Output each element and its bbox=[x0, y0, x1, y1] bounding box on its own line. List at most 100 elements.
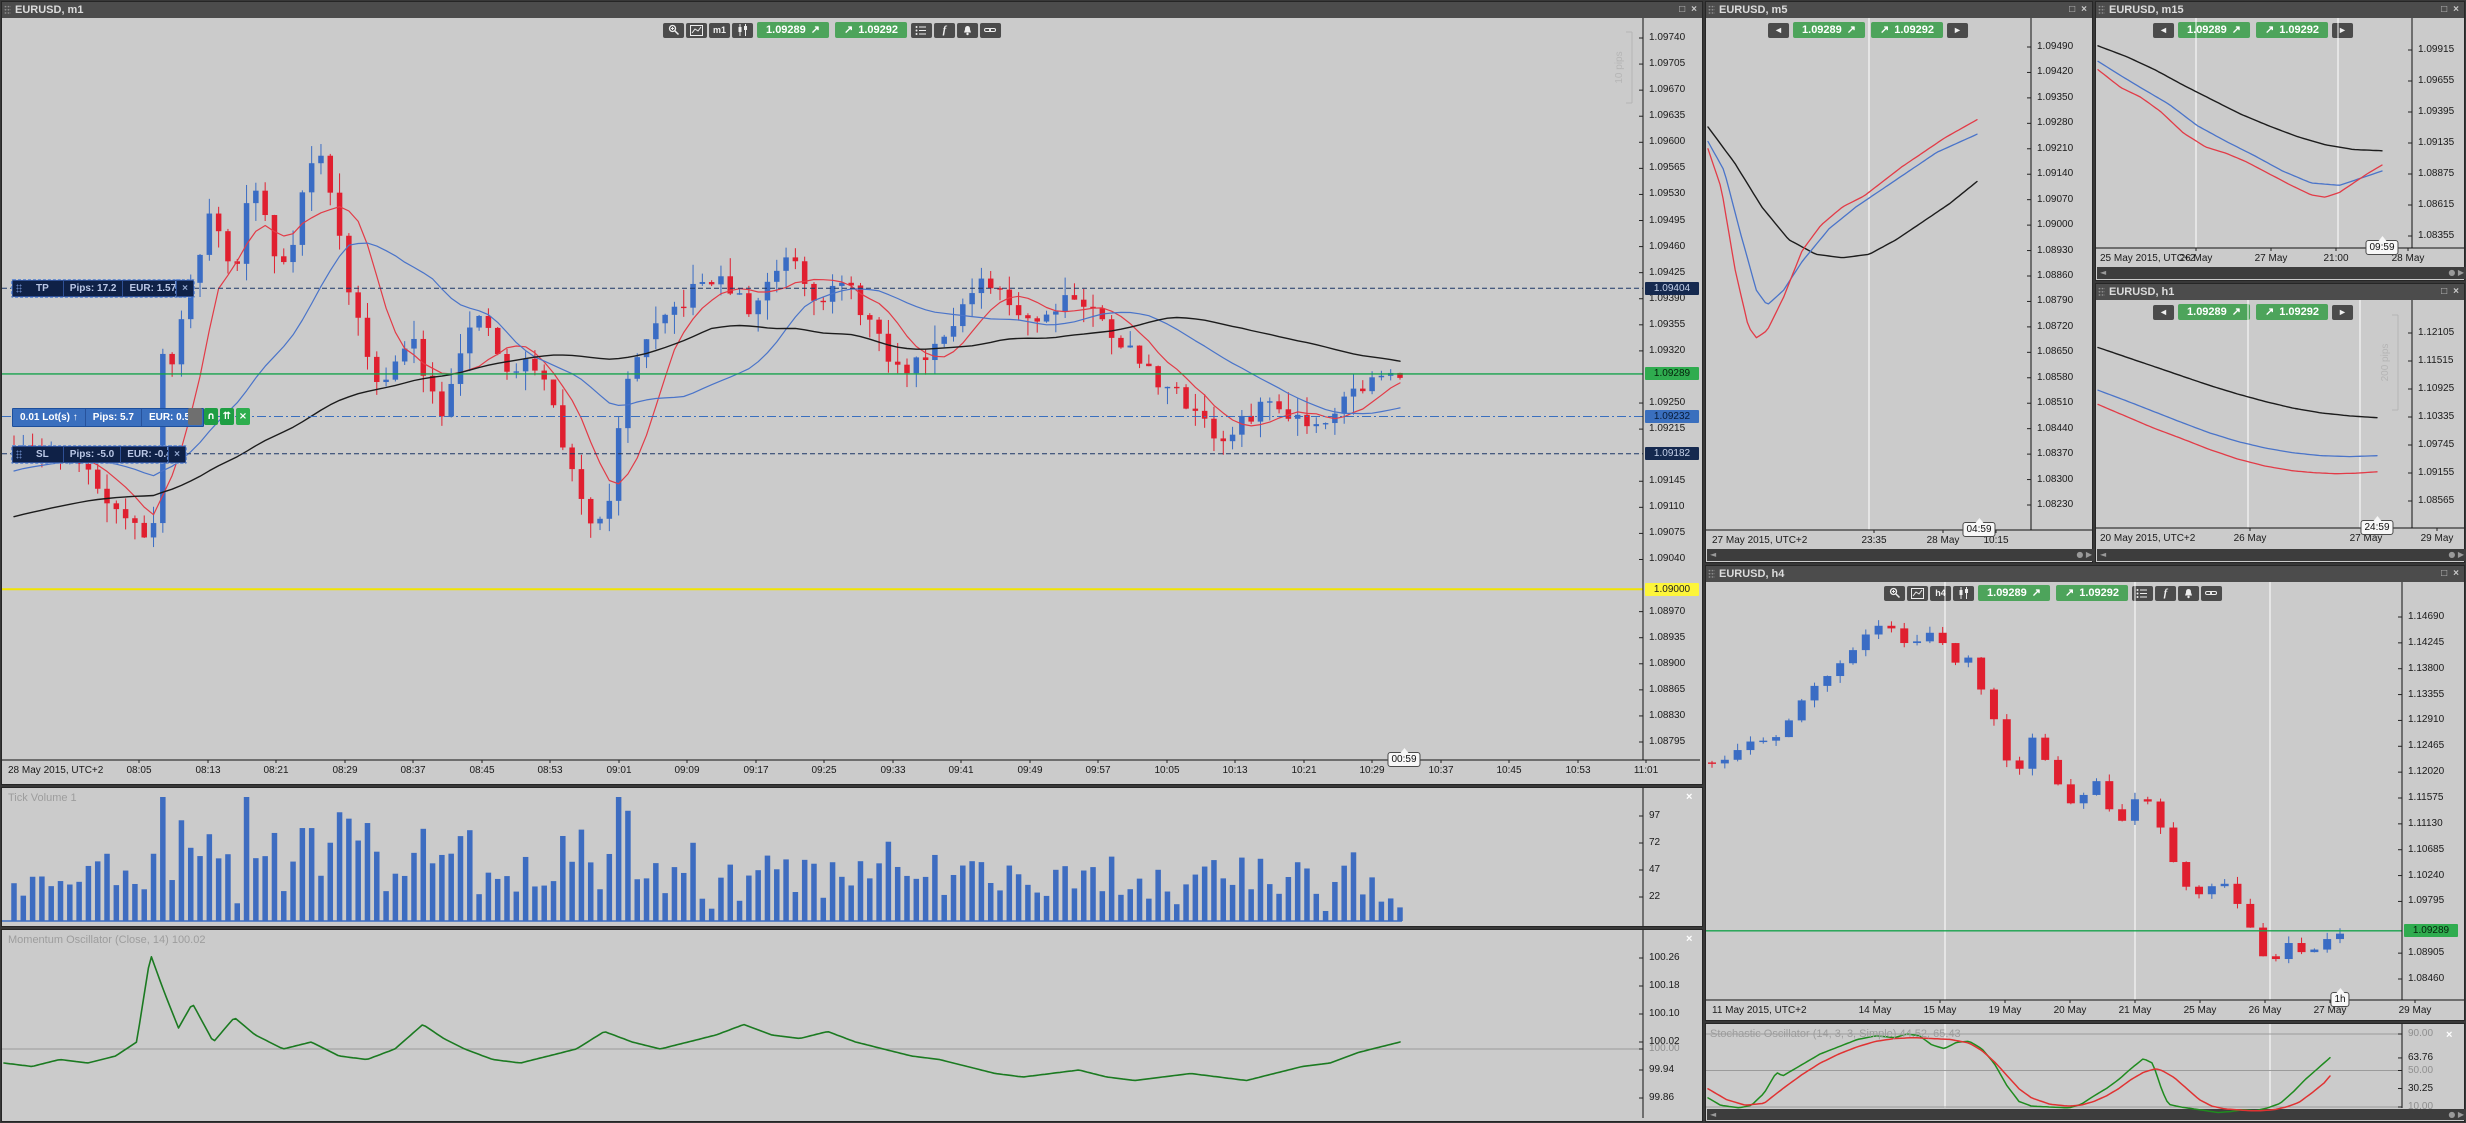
buy-button[interactable]: ↗1.09292 bbox=[2256, 304, 2328, 320]
scroll-strip[interactable]: ◄ ● ▶ bbox=[2097, 267, 2466, 279]
drag-grip-icon[interactable] bbox=[1708, 569, 1715, 579]
alerts-icon[interactable] bbox=[957, 23, 978, 38]
link-charts-icon[interactable] bbox=[980, 23, 1001, 38]
sl-name: SL bbox=[22, 447, 63, 462]
close-icon[interactable]: × bbox=[1691, 2, 1697, 18]
sl-close-button[interactable]: × bbox=[168, 446, 186, 463]
arrow-up-icon: ↗ bbox=[2265, 22, 2274, 38]
window-title: EURUSD, m5 bbox=[1719, 4, 1787, 16]
next-icon[interactable]: ► bbox=[2332, 23, 2353, 38]
close-icon[interactable]: × bbox=[2453, 566, 2459, 582]
volume-panel bbox=[2, 788, 1702, 926]
restore-icon[interactable]: □ bbox=[2441, 284, 2447, 300]
restore-icon[interactable]: □ bbox=[2441, 2, 2447, 18]
snapshot-icon[interactable] bbox=[1907, 586, 1928, 601]
timeframe-button[interactable]: m1 bbox=[709, 23, 730, 38]
protection-shield-icon[interactable] bbox=[188, 408, 202, 425]
restore-icon[interactable]: □ bbox=[2441, 566, 2447, 582]
orders-list-icon[interactable] bbox=[911, 23, 932, 38]
drag-grip-icon[interactable] bbox=[4, 5, 11, 15]
drag-grip-icon[interactable] bbox=[1708, 5, 1715, 15]
scroll-strip[interactable]: ◄ ● ▶ bbox=[1707, 1109, 2466, 1120]
take-profit-label[interactable]: TP Pips: 17.2 EUR: 1.57 bbox=[12, 280, 183, 297]
zoom-icon[interactable] bbox=[663, 23, 684, 38]
restore-icon[interactable]: □ bbox=[2069, 2, 2075, 18]
next-icon[interactable]: ► bbox=[2332, 305, 2353, 320]
bid-price: 1.09289 bbox=[1802, 22, 1842, 38]
drag-grip-icon[interactable] bbox=[2098, 287, 2105, 297]
prev-icon[interactable]: ◄ bbox=[1768, 23, 1789, 38]
buy-button[interactable]: ↗ 1.09292 bbox=[835, 22, 907, 38]
stop-loss-label[interactable]: SL Pips: -5.0 EUR: -0.46 bbox=[12, 446, 184, 463]
fx-indicators-icon[interactable]: f bbox=[934, 23, 955, 38]
close-icon[interactable]: × bbox=[2081, 2, 2087, 18]
buy-button[interactable]: ↗ 1.09292 bbox=[2256, 22, 2328, 38]
next-icon[interactable]: ► bbox=[1947, 23, 1968, 38]
volume-close-icon[interactable]: × bbox=[1686, 792, 1692, 803]
chart-type-icon[interactable] bbox=[1953, 586, 1974, 601]
orders-list-icon[interactable] bbox=[2132, 586, 2153, 601]
sell-button[interactable]: 1.09289 ↗ bbox=[757, 22, 829, 38]
window-titlebar[interactable]: EURUSD, h1 □ × bbox=[2096, 284, 2464, 300]
tp-pips: Pips: 17.2 bbox=[63, 281, 123, 296]
scroll-left-icon[interactable]: ◄ bbox=[1710, 549, 1716, 561]
scroll-strip[interactable]: ◄ ● ▶ bbox=[2097, 549, 2466, 561]
close-icon[interactable]: × bbox=[2453, 2, 2459, 18]
scroll-right-icon[interactable]: ● ▶ bbox=[2448, 267, 2464, 279]
window-titlebar[interactable]: EURUSD, h4 □ × bbox=[1706, 566, 2464, 582]
volume-indicator-label: Tick Volume 1 bbox=[8, 792, 77, 805]
window-title: EURUSD, h4 bbox=[1719, 568, 1784, 580]
scroll-left-icon[interactable]: ◄ bbox=[2100, 267, 2106, 279]
tp-close-button[interactable]: × bbox=[176, 280, 194, 297]
chart-window-m15: EURUSD, m15 □ × ◄ 1.09289↗ ↗ 1.09292 ► ◄ … bbox=[2096, 2, 2464, 280]
reverse-position-icon[interactable]: ∩ bbox=[204, 408, 218, 425]
prev-icon[interactable]: ◄ bbox=[2153, 23, 2174, 38]
stochastic-close-icon[interactable]: × bbox=[2446, 1030, 2452, 1041]
chart-toolbar: ◄ 1.09289 ↗ ↗1.09292 ► bbox=[2153, 304, 2353, 320]
drag-grip-icon[interactable] bbox=[2098, 5, 2105, 15]
position-label[interactable]: 0.01 Lot(s) ↑ Pips: 5.7 EUR: 0.52 bbox=[12, 408, 204, 427]
bid-price: 1.09289 bbox=[2187, 304, 2227, 320]
scroll-right-icon[interactable]: ● ▶ bbox=[2076, 549, 2092, 561]
chart-type-icon[interactable] bbox=[732, 23, 753, 38]
restore-icon[interactable]: □ bbox=[1679, 2, 1685, 18]
link-charts-icon[interactable] bbox=[2201, 586, 2222, 601]
alerts-icon[interactable] bbox=[2178, 586, 2199, 601]
timeframe-button[interactable]: h4 bbox=[1930, 586, 1951, 601]
scroll-right-icon[interactable]: ● ▶ bbox=[2448, 1109, 2464, 1121]
scroll-left-icon[interactable]: ◄ bbox=[1710, 1109, 1716, 1121]
scroll-strip[interactable]: ◄ ● ▶ bbox=[1707, 549, 2095, 561]
sell-button[interactable]: 1.09289↗ bbox=[1978, 585, 2050, 601]
ask-price: 1.09292 bbox=[858, 22, 898, 38]
chart-window-m1: EURUSD, m1 □ × m1 1.09289 ↗ ↗ 1. bbox=[2, 2, 1702, 784]
position-lots: 0.01 Lot(s) ↑ bbox=[13, 409, 85, 426]
close-icon[interactable]: × bbox=[2453, 284, 2459, 300]
fx-indicators-icon[interactable]: f bbox=[2155, 586, 2176, 601]
tp-eur: EUR: 1.57 bbox=[122, 281, 182, 296]
momentum-close-icon[interactable]: × bbox=[1686, 934, 1692, 945]
arrow-up-icon: ↗ bbox=[2232, 304, 2241, 320]
stochastic-indicator-label: Stochastic Oscillator (14, 3, 3, Simple)… bbox=[1710, 1028, 1961, 1041]
sell-button[interactable]: 1.09289↗ bbox=[1793, 22, 1865, 38]
window-titlebar[interactable]: EURUSD, m5 □ × bbox=[1706, 2, 2092, 18]
window-titlebar[interactable]: EURUSD, m15 □ × bbox=[2096, 2, 2464, 18]
chart-toolbar: h4 1.09289↗ ↗1.09292 f bbox=[1884, 585, 2222, 601]
long-arrow-icon: ↑ bbox=[73, 412, 78, 423]
ask-price: 1.09292 bbox=[2279, 22, 2319, 38]
buy-button[interactable]: ↗1.09292 bbox=[2056, 585, 2128, 601]
sell-button[interactable]: 1.09289↗ bbox=[2178, 22, 2250, 38]
sell-button[interactable]: 1.09289 ↗ bbox=[2178, 304, 2250, 320]
bid-price: 1.09289 bbox=[1987, 585, 2027, 601]
zoom-icon[interactable] bbox=[1884, 586, 1905, 601]
window-titlebar[interactable]: EURUSD, m1 □ × bbox=[2, 2, 1702, 18]
close-position-icon[interactable]: × bbox=[236, 408, 250, 425]
chart-toolbar: ◄ 1.09289↗ ↗ 1.09292 ► bbox=[2153, 22, 2353, 38]
double-position-icon[interactable]: ⇈ bbox=[220, 408, 234, 425]
sl-pips: Pips: -5.0 bbox=[63, 447, 120, 462]
scroll-left-icon[interactable]: ◄ bbox=[2100, 549, 2106, 561]
bid-price: 1.09289 bbox=[766, 22, 806, 38]
scroll-right-icon[interactable]: ● ▶ bbox=[2448, 549, 2464, 561]
buy-button[interactable]: ↗1.09292 bbox=[1871, 22, 1943, 38]
snapshot-icon[interactable] bbox=[686, 23, 707, 38]
prev-icon[interactable]: ◄ bbox=[2153, 305, 2174, 320]
